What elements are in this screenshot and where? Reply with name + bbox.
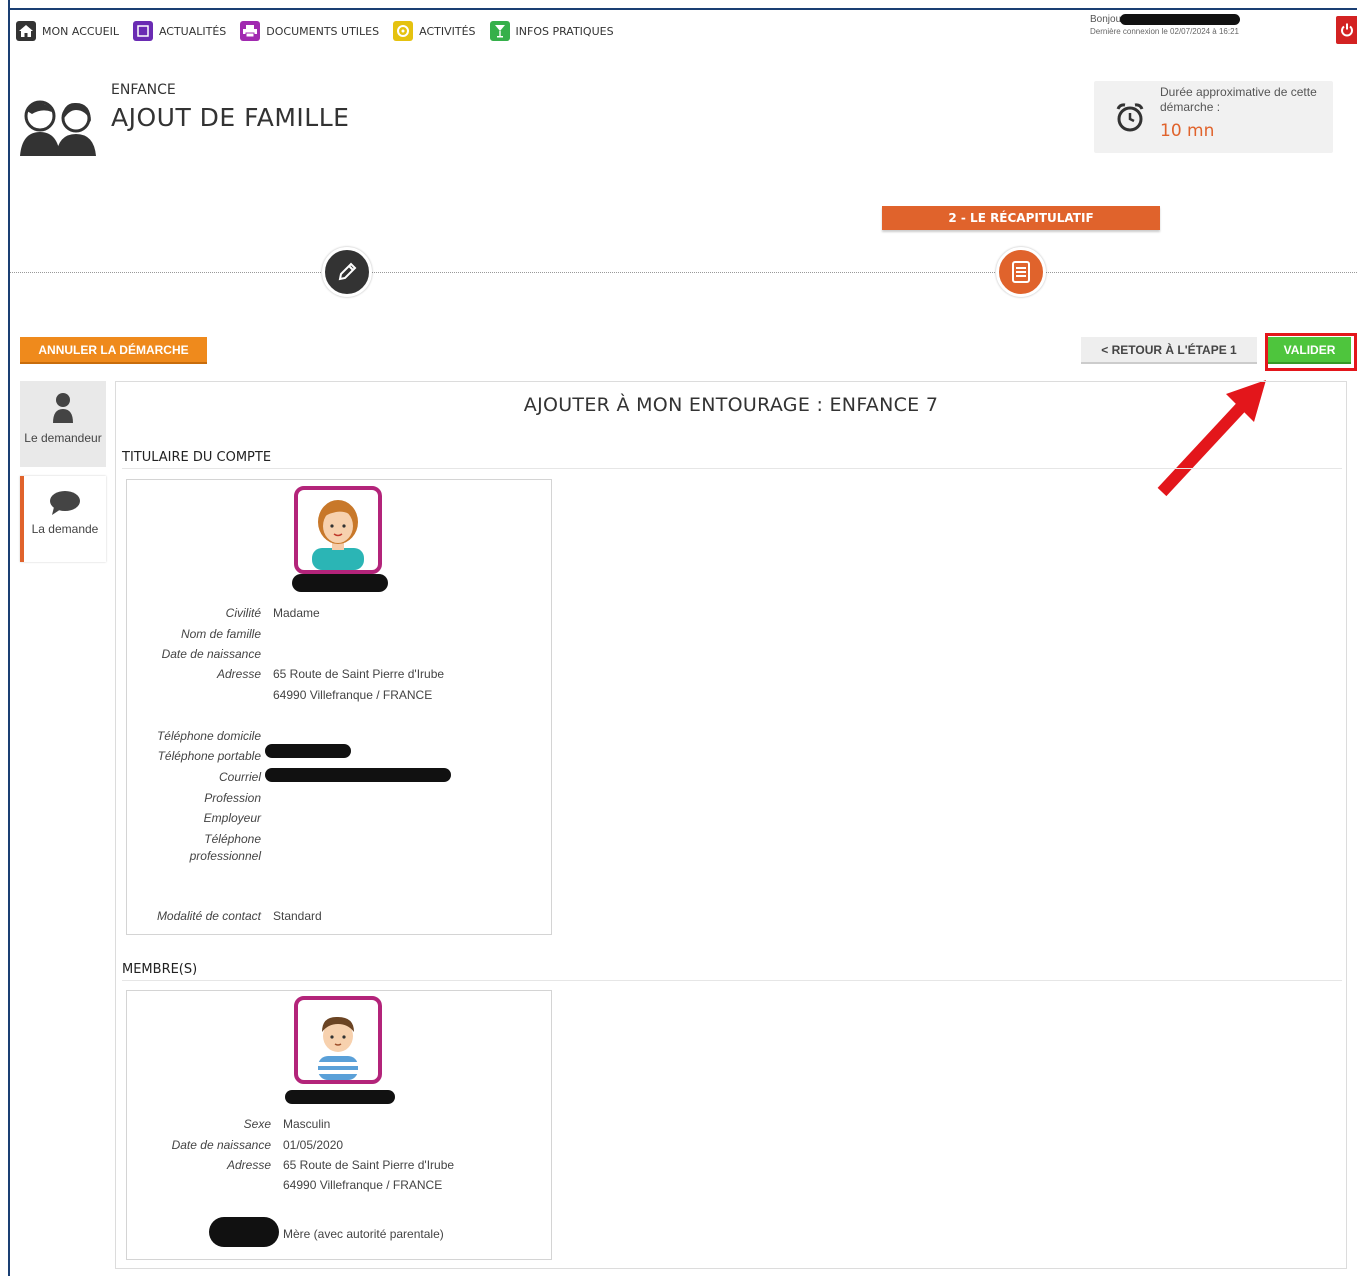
power-icon — [1340, 23, 1353, 37]
news-icon — [132, 21, 153, 41]
field-profession: Profession — [204, 791, 261, 805]
frame-border-left — [8, 0, 10, 1276]
duration-label: Durée approximative de cette démarche : — [1160, 85, 1317, 114]
section-label: ENFANCE — [111, 82, 176, 98]
field-address: Adresse 65 Route de Saint Pierre d'Irube — [216, 667, 445, 681]
active-step-banner: 2 - LE RÉCAPITULATIF — [882, 206, 1160, 230]
redacted-name — [1120, 14, 1241, 25]
nav-label: Actualités — [158, 24, 227, 38]
nav-label: Documents utiles — [266, 24, 380, 38]
frame-border-top — [8, 8, 1357, 10]
redacted-mobile — [265, 744, 351, 758]
nav-item-documents[interactable]: Documents utiles — [240, 21, 379, 41]
logout-button[interactable] — [1336, 16, 1357, 44]
field-member-address-line2: 64990 Villefranque / FRANCE — [283, 1178, 443, 1192]
field-employer: Employeur — [203, 811, 261, 825]
field-member-birth-date: Date de naissance 01/05/2020 — [171, 1138, 344, 1152]
redacted-holder-name — [292, 574, 388, 592]
field-address-line2: 64990 Villefranque / FRANCE — [273, 688, 433, 702]
duration-value: 10 mn — [1160, 121, 1215, 141]
user-info: Bonjour Dernière connexion le 02/07/2024… — [1090, 14, 1241, 38]
sidetab-requester[interactable]: Le demandeur — [20, 381, 106, 467]
alarm-clock-icon — [1116, 103, 1144, 132]
holder-card: Civilité Madame Nom de famille Date de na… — [126, 479, 552, 935]
nav-label: Infos pratiques — [515, 24, 614, 38]
step-1-circle[interactable] — [322, 247, 372, 297]
home-icon — [16, 21, 36, 41]
field-member-address: Adresse 65 Route de Saint Pierre d'Irube — [226, 1158, 455, 1172]
duration-box: Durée approximative de cette démarche : … — [1094, 81, 1333, 153]
nav-item-activities[interactable]: Activités — [393, 21, 476, 41]
top-navigation: Mon accueil Actualités Documents utiles … — [16, 18, 614, 44]
summary-panel: AJOUTER À MON ENTOURAGE : ENFANCE 7 TITU… — [115, 381, 1347, 1269]
field-email: Courriel — [218, 770, 261, 784]
field-relationship: Qualité deMère (avec autorité parentale) — [216, 1227, 444, 1241]
nav-item-home[interactable]: Mon accueil — [16, 21, 119, 41]
member-avatar — [294, 996, 382, 1084]
sidetab-label: Le demandeur — [24, 431, 102, 445]
validate-highlight — [1265, 333, 1357, 371]
holder-avatar — [294, 486, 382, 574]
step-2-circle — [996, 247, 1046, 297]
steps-progress-line — [10, 272, 1357, 273]
field-family-name: Nom de famille — [180, 627, 261, 641]
nav-label: Mon accueil — [42, 24, 119, 38]
field-birth-date: Date de naissance — [161, 647, 261, 661]
document-list-icon — [1012, 261, 1030, 283]
last-login: Dernière connexion le 02/07/2024 à 16:21 — [1090, 27, 1239, 37]
speech-bubble-icon — [50, 491, 80, 515]
glass-icon — [489, 21, 510, 41]
field-mobile-phone: Téléphone portable — [157, 749, 261, 763]
field-civility: Civilité Madame — [225, 606, 320, 620]
back-to-step-1-button[interactable]: < RETOUR À L'ÉTAPE 1 — [1081, 337, 1257, 364]
person-icon — [53, 393, 73, 423]
boy-avatar-icon — [318, 1016, 358, 1080]
sidetab-request[interactable]: La demande — [20, 476, 106, 562]
redacted-relationship — [209, 1217, 279, 1247]
page-title: AJOUT DE FAMILLE — [111, 103, 350, 132]
children-icon — [20, 100, 96, 156]
pencil-icon — [338, 262, 357, 281]
holder-heading: TITULAIRE DU COMPTE — [122, 450, 1342, 469]
nav-label: Activités — [419, 24, 476, 38]
field-contact-mode: Modalité de contact Standard — [156, 909, 322, 923]
field-work-phone: Téléphone professionnel — [189, 832, 261, 863]
nav-item-infos[interactable]: Infos pratiques — [489, 21, 614, 41]
activity-icon — [393, 21, 414, 41]
sidetab-label: La demande — [31, 522, 99, 536]
cancel-procedure-button[interactable]: ANNULER LA DÉMARCHE — [20, 337, 207, 364]
printer-icon — [240, 21, 261, 41]
greeting: Bonjour — [1090, 14, 1125, 26]
redacted-member-name — [285, 1090, 395, 1104]
nav-item-news[interactable]: Actualités — [132, 21, 227, 41]
member-card: Sexe Masculin Date de naissance 01/05/2020… — [126, 990, 552, 1260]
members-heading: MEMBRE(S) — [122, 962, 1342, 981]
redacted-email — [265, 768, 451, 782]
panel-title: AJOUTER À MON ENTOURAGE : ENFANCE 7 — [523, 394, 939, 416]
field-home-phone: Téléphone domicile — [156, 729, 261, 743]
field-sex: Sexe Masculin — [243, 1117, 331, 1131]
woman-avatar-icon — [312, 500, 364, 570]
